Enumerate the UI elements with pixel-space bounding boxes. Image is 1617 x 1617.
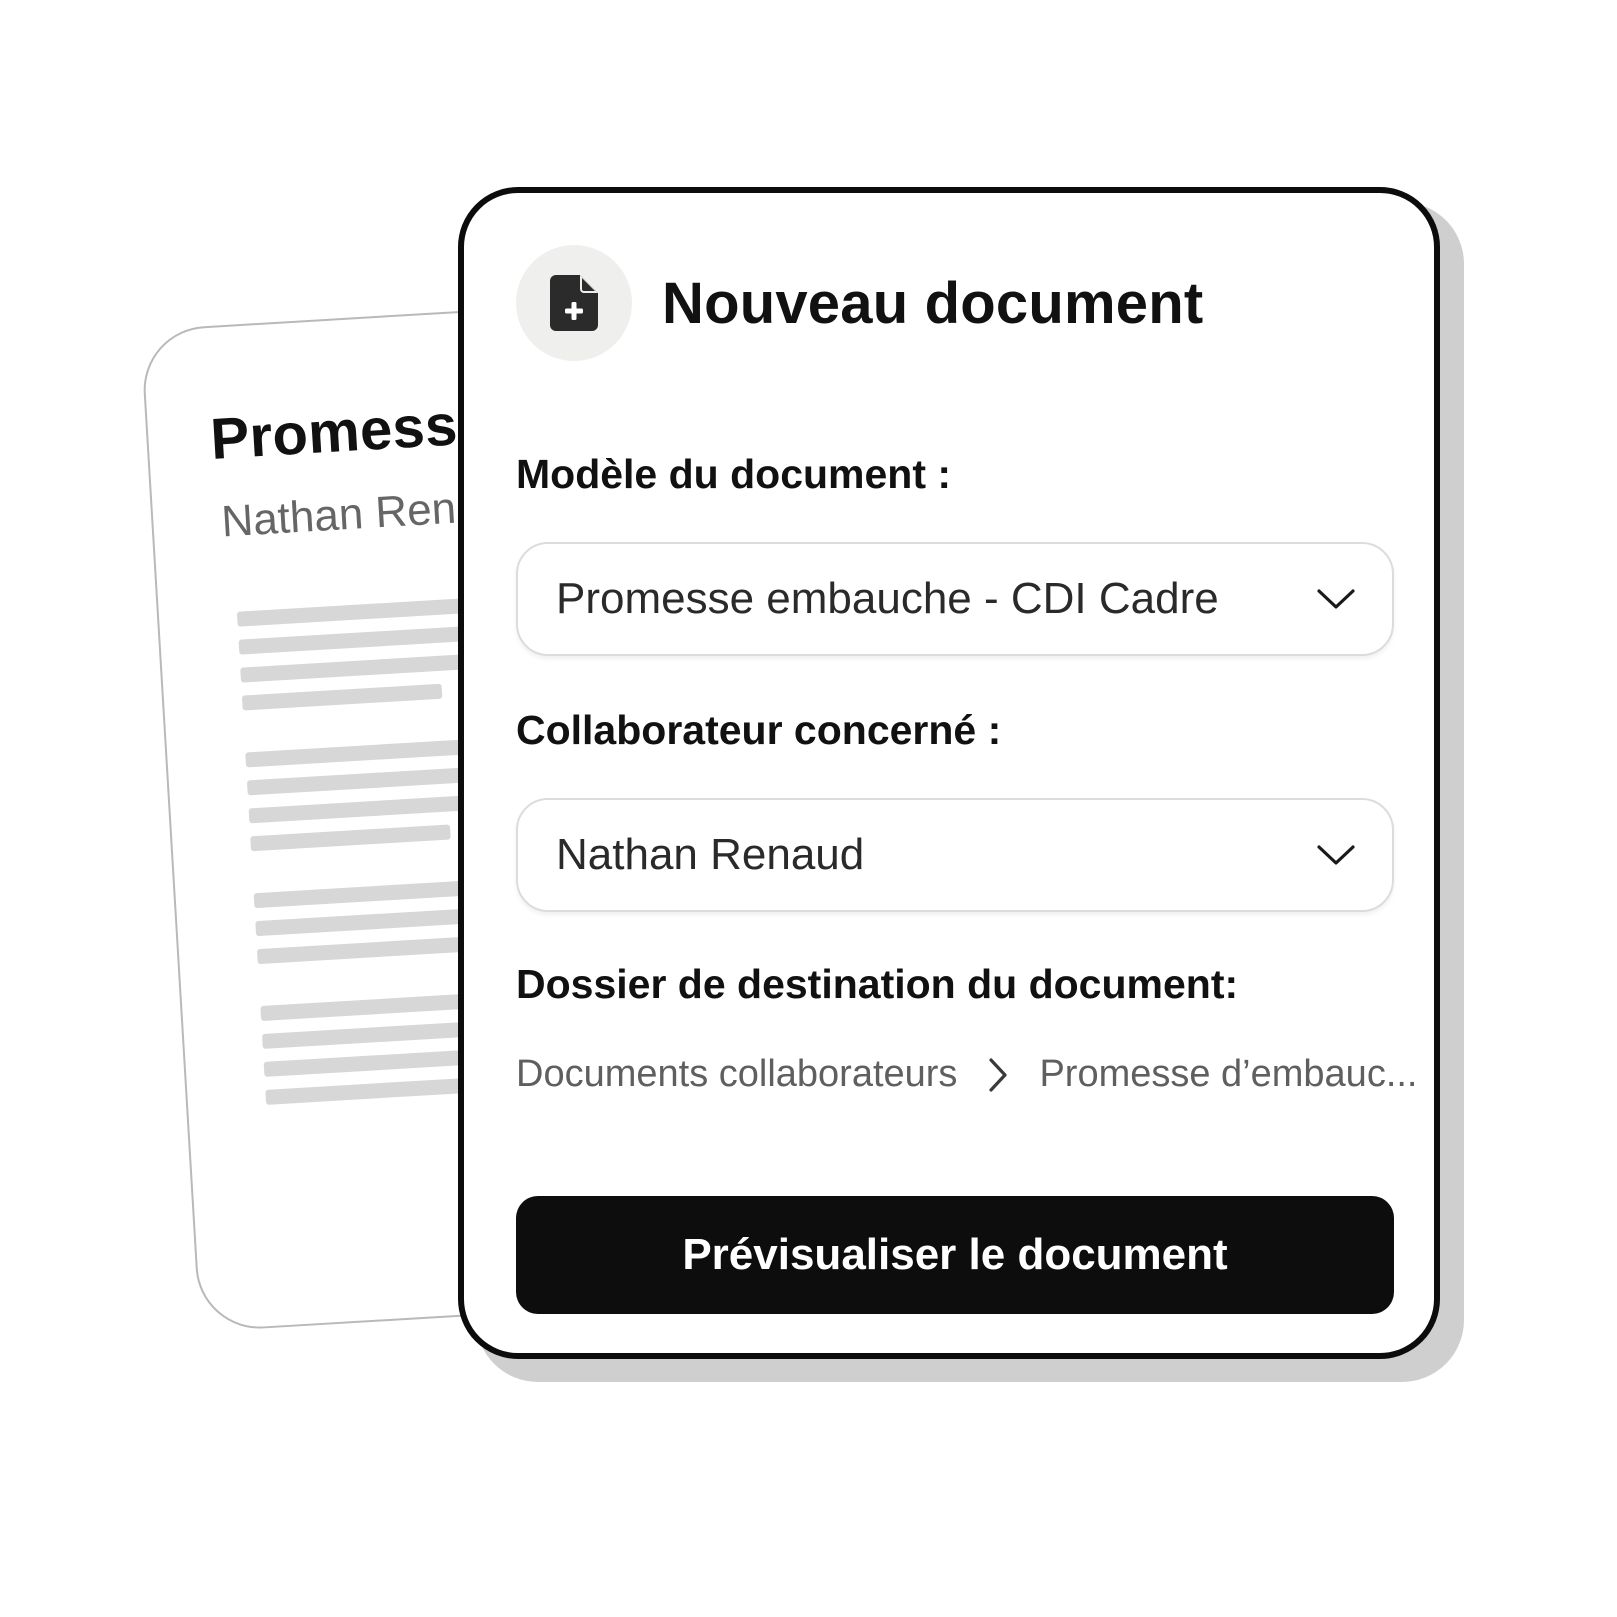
- template-select-value: Promesse embauche - CDI Cadre: [556, 574, 1219, 623]
- dialog-title: Nouveau document: [662, 270, 1204, 336]
- destination-folder-label: Dossier de destination du document:: [516, 961, 1239, 1007]
- chevron-down-icon: [1317, 589, 1355, 609]
- document-preview-employee: Nathan Rena: [220, 482, 482, 547]
- template-select[interactable]: Promesse embauche - CDI Cadre: [516, 542, 1394, 656]
- placeholder-line: [265, 1078, 466, 1105]
- placeholder-line: [241, 683, 443, 711]
- preview-document-button[interactable]: Prévisualiser le document: [516, 1196, 1394, 1314]
- employee-select[interactable]: Nathan Renaud: [516, 798, 1394, 912]
- new-document-dialog: Nouveau document Modèle du document : Pr…: [458, 187, 1440, 1359]
- breadcrumb-item-documents-collaborateurs[interactable]: Documents collaborateurs: [516, 1053, 957, 1096]
- dialog-header: Nouveau document: [516, 245, 1203, 361]
- placeholder-line: [250, 824, 451, 852]
- breadcrumb-item-promesse-embauche[interactable]: Promesse d’embauc...: [1039, 1053, 1417, 1096]
- stage: Promesse Nathan Rena Nouveau document Mo…: [0, 0, 1617, 1617]
- document-preview-title: Promesse: [208, 390, 492, 472]
- preview-document-button-label: Prévisualiser le document: [682, 1230, 1228, 1279]
- template-field-label: Modèle du document :: [516, 451, 952, 497]
- chevron-down-icon: [1317, 845, 1355, 865]
- chevron-right-icon: [983, 1055, 1013, 1095]
- destination-breadcrumb: Documents collaborateurs Promesse d’emba…: [516, 1053, 1418, 1096]
- file-plus-icon: [516, 245, 632, 361]
- employee-select-value: Nathan Renaud: [556, 830, 865, 879]
- employee-field-label: Collaborateur concerné :: [516, 707, 1002, 753]
